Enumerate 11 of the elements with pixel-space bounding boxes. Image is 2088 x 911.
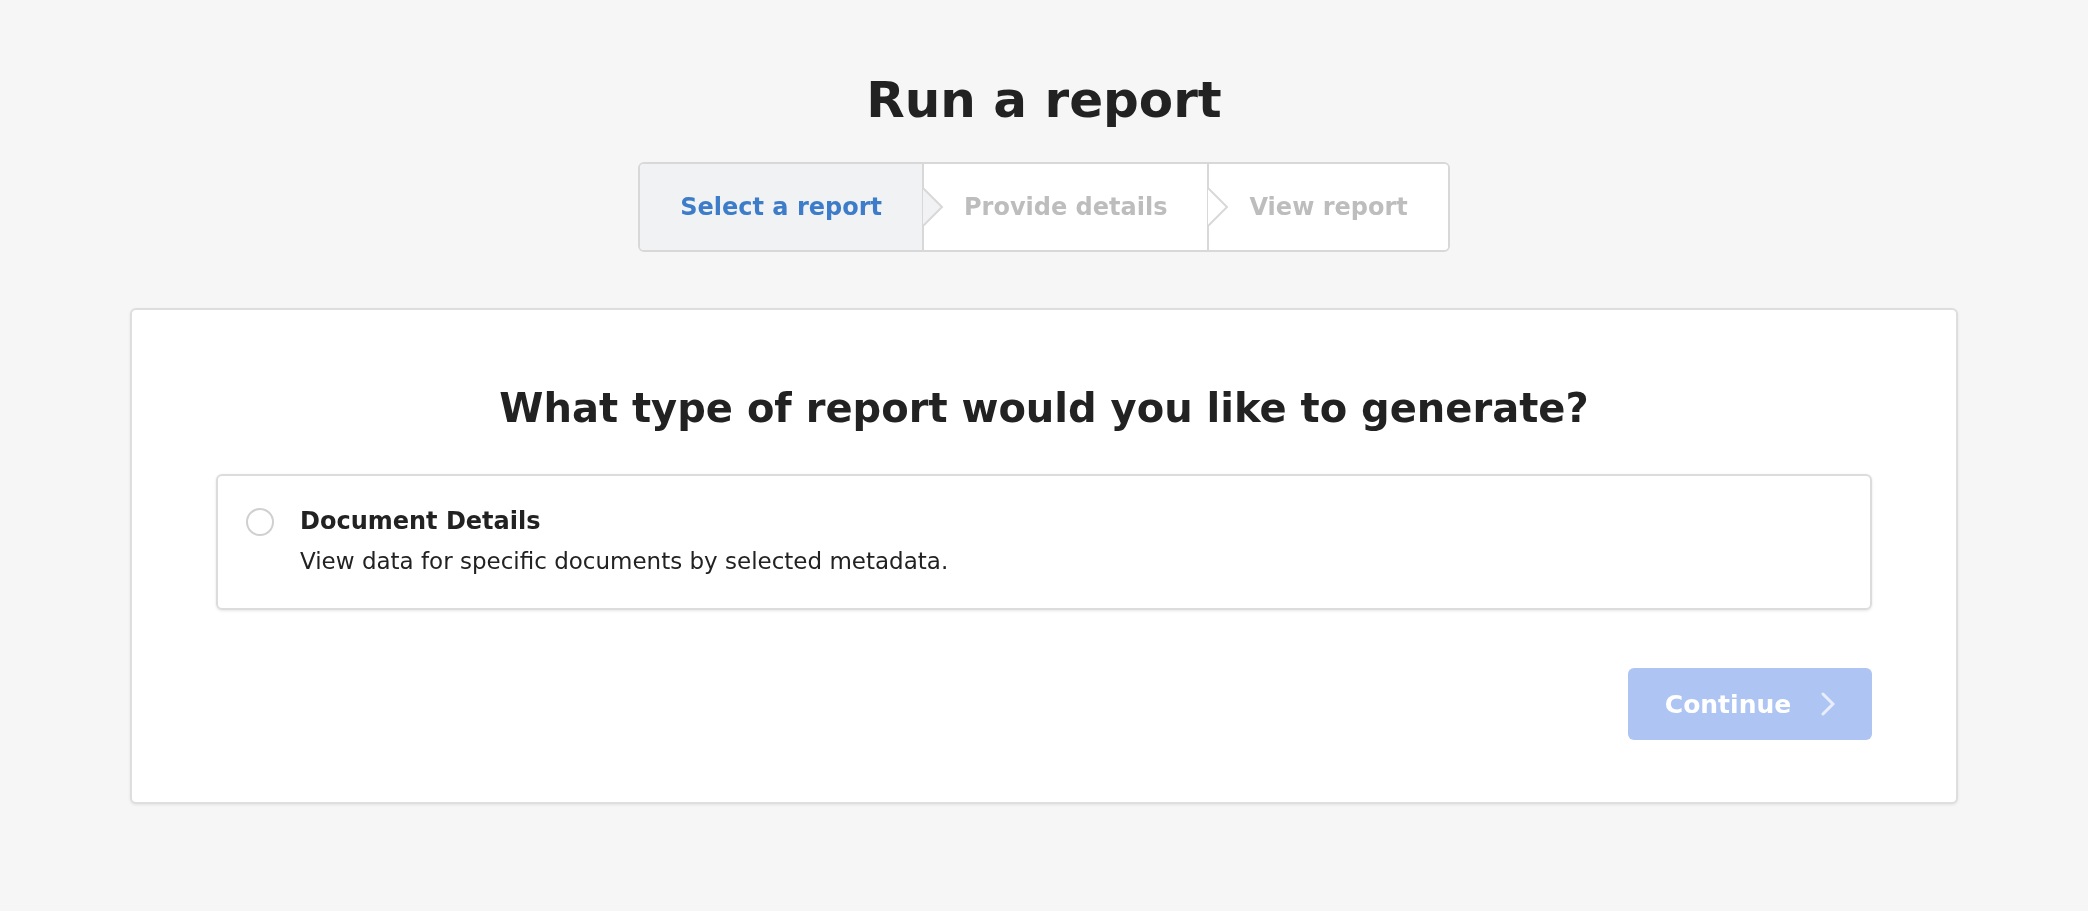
page-title: Run a report: [866, 70, 1222, 131]
step-chevron-icon: [1207, 188, 1230, 226]
question-heading: What type of report would you like to generate?: [499, 384, 1589, 433]
report-option[interactable]: Document Details View data for specific documents by selected metadata.: [216, 474, 1872, 610]
chevron-right-icon: [1821, 692, 1836, 716]
option-description: View data for specific documents by selected metadata.: [300, 547, 949, 576]
radio-button[interactable]: [246, 508, 274, 536]
option-title: Document Details: [300, 506, 542, 537]
step-tab[interactable]: Select a report: [640, 164, 922, 250]
step-chevron-icon: [922, 188, 944, 226]
step-tab[interactable]: View report: [1207, 164, 1448, 250]
